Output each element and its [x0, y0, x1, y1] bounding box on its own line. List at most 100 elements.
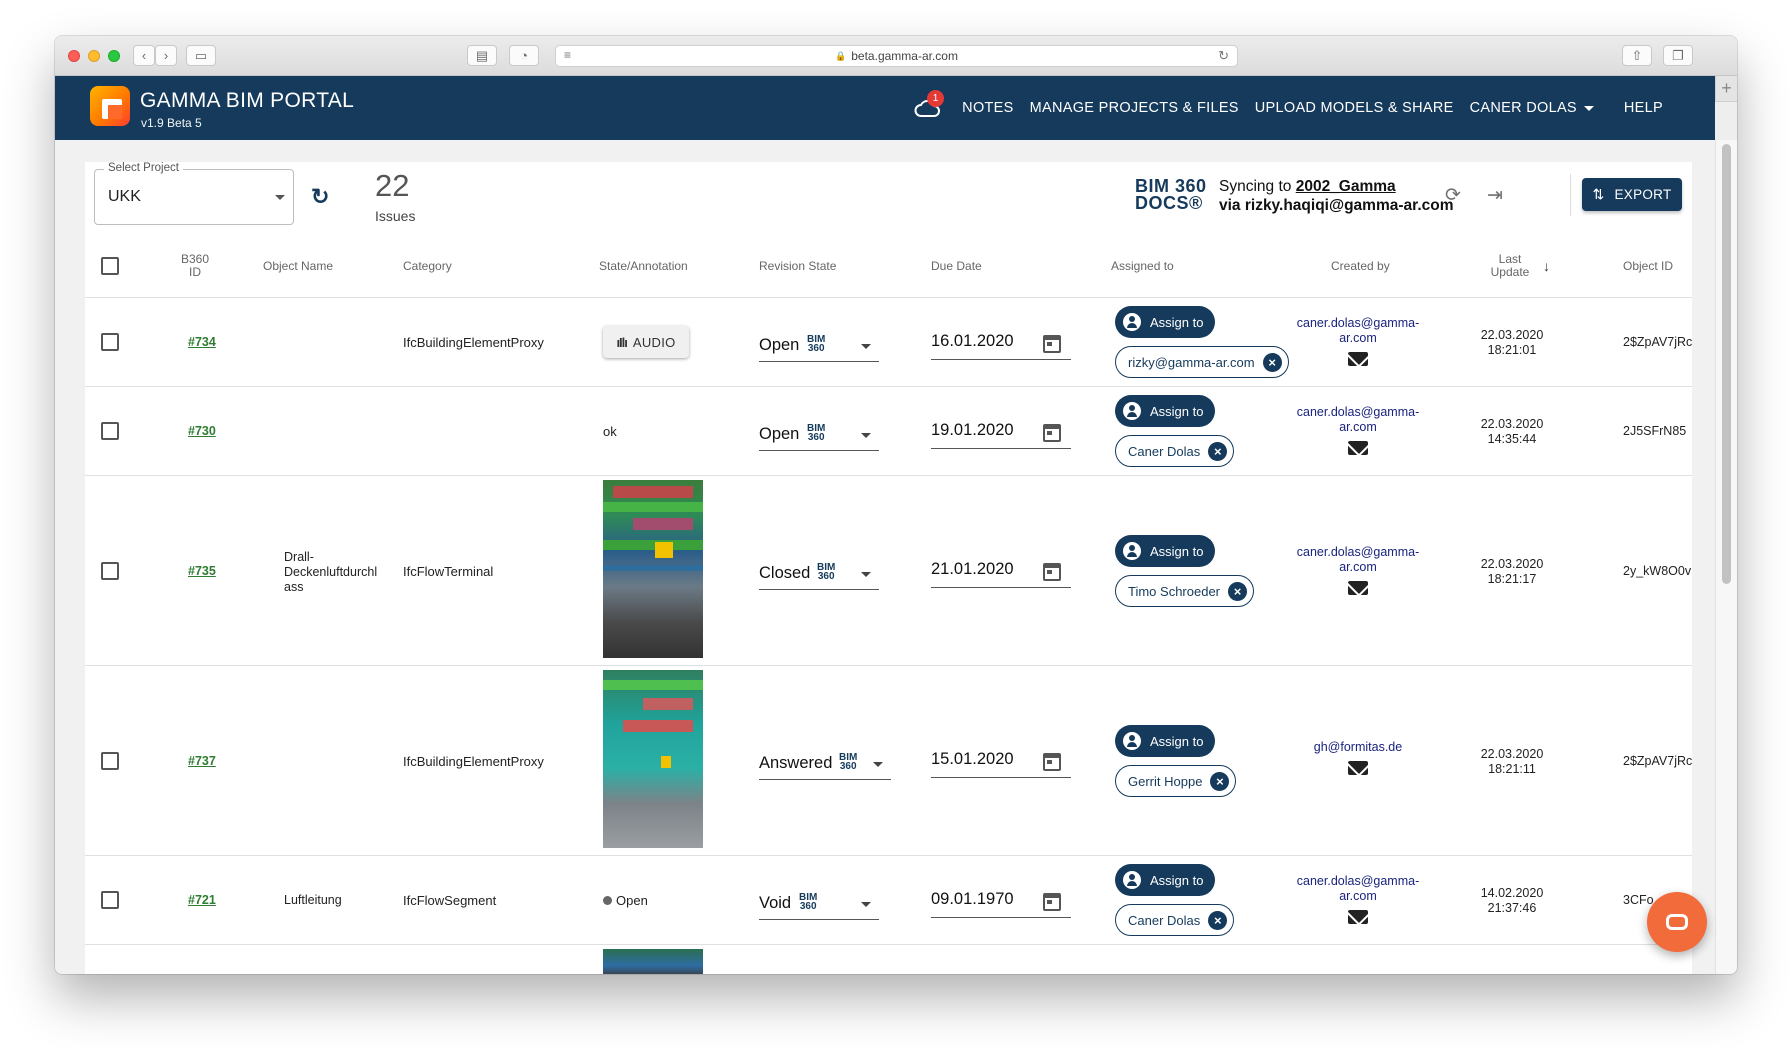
- sidebar-icon[interactable]: ▭: [186, 45, 216, 66]
- col-object-id[interactable]: Object ID: [1623, 234, 1673, 298]
- revision-state-select[interactable]: Answered BIM 360: [759, 744, 891, 780]
- close-window-button[interactable]: [68, 50, 80, 62]
- project-select[interactable]: Select Project UKK: [94, 162, 294, 225]
- due-date-field[interactable]: 09.01.1970: [931, 882, 1071, 918]
- revision-state-select[interactable]: Open BIM 360: [759, 415, 879, 451]
- chat-support-button[interactable]: [1647, 892, 1707, 952]
- assignee-chip[interactable]: rizky@gamma-ar.com ×: [1115, 346, 1289, 378]
- due-date-field[interactable]: 16.01.2020: [931, 324, 1071, 360]
- address-bar[interactable]: ≡ 🔒 beta.gamma-ar.com ↻: [555, 45, 1238, 67]
- assign-to-button[interactable]: Assign to: [1115, 306, 1215, 338]
- assign-to-button[interactable]: Assign to: [1115, 535, 1215, 567]
- new-tab-icon[interactable]: +: [1715, 76, 1737, 102]
- nav-notes[interactable]: NOTES: [962, 100, 1013, 116]
- col-revision[interactable]: Revision State: [759, 234, 836, 298]
- assignee-chip[interactable]: Gerrit Hoppe ×: [1115, 765, 1237, 797]
- fullscreen-window-button[interactable]: [108, 50, 120, 62]
- remove-assignee-icon[interactable]: ×: [1208, 910, 1228, 930]
- forward-icon[interactable]: ›: [155, 45, 177, 66]
- row-checkbox[interactable]: [101, 891, 119, 909]
- issue-id-link[interactable]: #737: [188, 754, 216, 768]
- minimize-window-button[interactable]: [88, 50, 100, 62]
- revision-state-select[interactable]: Void BIM 360: [759, 884, 879, 920]
- issue-id-link[interactable]: #730: [188, 424, 216, 438]
- due-date-field[interactable]: 19.01.2020: [931, 413, 1071, 449]
- table-row[interactable]: #721 Luftleitung IfcFlowSegment Open Voi…: [85, 856, 1692, 945]
- revision-state-select[interactable]: Closed BIM 360: [759, 554, 879, 590]
- table-row[interactable]: #734 IfcBuildingElementProxy ıIlı AUDIO O…: [85, 298, 1692, 387]
- assign-to-button[interactable]: Assign to: [1115, 395, 1215, 427]
- select-all-checkbox[interactable]: [101, 234, 119, 298]
- created-by-cell[interactable]: gh@formitas.de: [1283, 740, 1433, 775]
- annotation-image[interactable]: [603, 670, 703, 848]
- cloud-notifications-icon[interactable]: 1: [912, 90, 945, 123]
- reader-icon[interactable]: ≡: [564, 48, 571, 62]
- col-b360-id[interactable]: B360 ID: [170, 234, 220, 298]
- nav-help[interactable]: HELP: [1624, 100, 1663, 116]
- mail-icon[interactable]: [1348, 441, 1368, 455]
- created-by-cell[interactable]: caner.dolas@gamma-ar.com: [1283, 545, 1433, 595]
- assignee-chip[interactable]: Caner Dolas ×: [1115, 904, 1235, 936]
- calendar-icon[interactable]: [1043, 893, 1061, 911]
- col-due-date[interactable]: Due Date: [931, 234, 982, 298]
- row-checkbox[interactable]: [101, 422, 119, 440]
- table-row[interactable]: #737 IfcBuildingElementProxy Answered BIM…: [85, 666, 1692, 856]
- nav-manage-projects[interactable]: MANAGE PROJECTS & FILES: [1030, 100, 1239, 116]
- assign-to-button[interactable]: Assign to: [1115, 725, 1215, 757]
- calendar-icon[interactable]: [1043, 424, 1061, 442]
- reader-list-icon[interactable]: ▤: [467, 45, 497, 66]
- due-date-field[interactable]: 15.01.2020: [931, 742, 1071, 778]
- gamma-logo-icon[interactable]: [90, 86, 130, 126]
- assignee-chip[interactable]: Caner Dolas ×: [1115, 435, 1235, 467]
- issue-id-link[interactable]: #721: [188, 893, 216, 907]
- col-created-by[interactable]: Created by: [1331, 234, 1390, 298]
- back-icon[interactable]: ‹: [133, 45, 155, 66]
- reload-icon[interactable]: ↻: [1218, 48, 1229, 64]
- row-checkbox[interactable]: [101, 333, 119, 351]
- remove-assignee-icon[interactable]: ×: [1208, 441, 1228, 461]
- scrollbar-thumb[interactable]: [1722, 144, 1731, 584]
- created-by-cell[interactable]: caner.dolas@gamma-ar.com: [1283, 405, 1433, 455]
- annotation-image[interactable]: [603, 949, 703, 974]
- remove-assignee-icon[interactable]: ×: [1228, 581, 1247, 601]
- calendar-icon[interactable]: [1043, 753, 1061, 771]
- remove-assignee-icon[interactable]: ×: [1262, 352, 1282, 372]
- calendar-icon[interactable]: [1043, 335, 1061, 353]
- ghostery-icon[interactable]: ◔: [509, 45, 539, 66]
- share-icon[interactable]: ⇧: [1622, 45, 1652, 66]
- created-by-cell[interactable]: caner.dolas@gamma-ar.com: [1283, 316, 1433, 366]
- audio-button[interactable]: ıIlı AUDIO: [603, 326, 689, 358]
- page-scrollbar[interactable]: [1715, 140, 1737, 974]
- mail-icon[interactable]: [1348, 761, 1368, 775]
- revision-state-select[interactable]: Open BIM 360: [759, 326, 879, 362]
- sync-icon[interactable]: ⟳: [1445, 184, 1461, 207]
- sync-project-link[interactable]: 2002_Gamma: [1296, 178, 1396, 195]
- mail-icon[interactable]: [1348, 352, 1368, 366]
- created-by-cell[interactable]: caner.dolas@gamma-ar.com: [1283, 874, 1433, 924]
- assignee-chip[interactable]: Timo Schroeder ×: [1115, 575, 1254, 607]
- calendar-icon[interactable]: [1043, 563, 1061, 581]
- refresh-icon[interactable]: ↻: [311, 184, 329, 210]
- tabs-icon[interactable]: ❐: [1663, 45, 1693, 66]
- col-object-name[interactable]: Object Name: [263, 234, 333, 298]
- nav-user-menu[interactable]: CANER DOLAS: [1470, 100, 1594, 116]
- table-row[interactable]: [85, 945, 1692, 974]
- col-category[interactable]: Category: [403, 234, 452, 298]
- mail-icon[interactable]: [1348, 581, 1368, 595]
- issue-id-link[interactable]: #734: [188, 335, 216, 349]
- row-checkbox[interactable]: [101, 562, 119, 580]
- issue-id-link[interactable]: #735: [188, 564, 216, 578]
- row-checkbox[interactable]: [101, 752, 119, 770]
- remove-assignee-icon[interactable]: ×: [1210, 771, 1230, 791]
- export-button[interactable]: ⇅ EXPORT: [1582, 178, 1682, 211]
- col-last-update[interactable]: Last Update: [1485, 234, 1535, 298]
- annotation-image[interactable]: [603, 480, 703, 658]
- sort-arrow-icon[interactable]: ↓: [1543, 234, 1550, 298]
- col-state[interactable]: State/Annotation: [599, 234, 688, 298]
- assign-to-button[interactable]: Assign to: [1115, 864, 1215, 896]
- col-assigned[interactable]: Assigned to: [1111, 234, 1174, 298]
- logout-icon[interactable]: ⇥: [1487, 184, 1503, 207]
- table-row[interactable]: #735 Drall- Deckenluftdurchl ass IfcFlow…: [85, 476, 1692, 666]
- mail-icon[interactable]: [1348, 910, 1368, 924]
- nav-upload-models[interactable]: UPLOAD MODELS & SHARE: [1255, 100, 1454, 116]
